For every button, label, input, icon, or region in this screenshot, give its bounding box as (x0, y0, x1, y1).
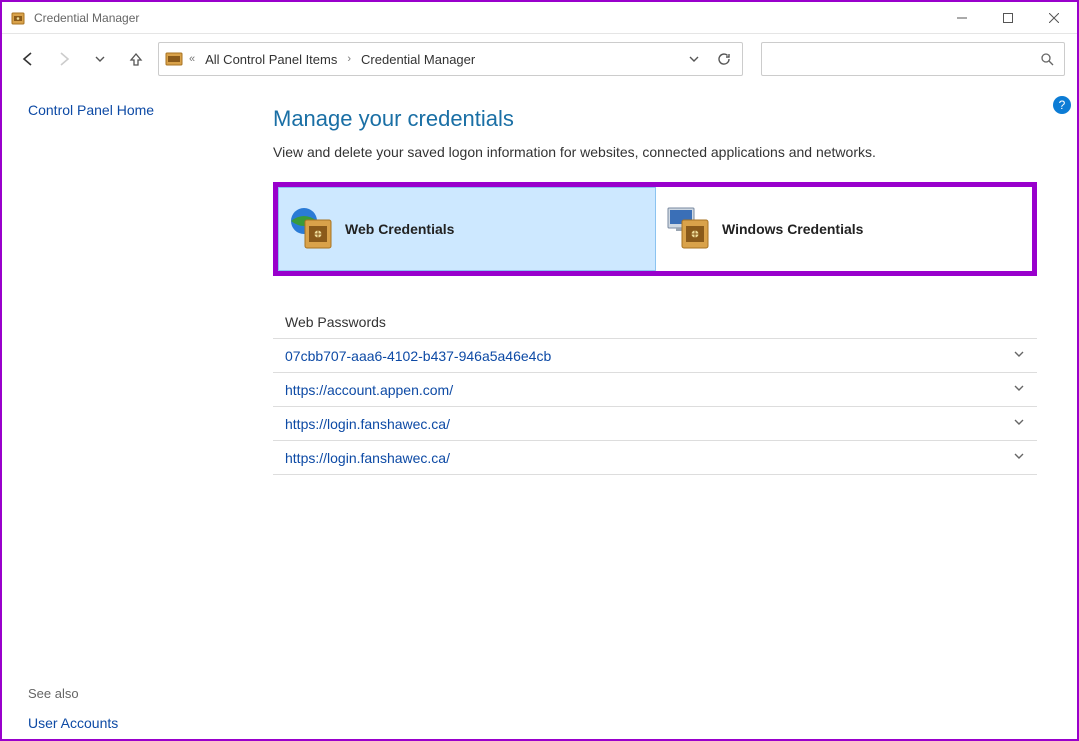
search-input[interactable] (770, 52, 1038, 67)
windows-credentials-label: Windows Credentials (722, 221, 863, 237)
breadcrumb-credential-manager[interactable]: Credential Manager (357, 50, 479, 69)
credential-category-row: Web Credentials Windows Credentials (273, 182, 1037, 276)
back-button[interactable] (14, 45, 42, 73)
refresh-button[interactable] (712, 47, 736, 71)
password-entry-link[interactable]: https://account.appen.com/ (285, 382, 453, 398)
control-panel-home-link[interactable]: Control Panel Home (28, 102, 257, 118)
windows-safe-icon (666, 206, 712, 252)
page-description: View and delete your saved logon informa… (273, 144, 1037, 160)
breadcrumb-all-items[interactable]: All Control Panel Items (201, 50, 341, 69)
maximize-button[interactable] (985, 2, 1031, 33)
web-safe-icon (289, 206, 335, 252)
windows-credentials-category[interactable]: Windows Credentials (656, 187, 1032, 271)
control-panel-icon (165, 50, 183, 68)
chevron-down-icon[interactable] (1013, 449, 1025, 467)
password-entry-link[interactable]: https://login.fanshawec.ca/ (285, 416, 450, 432)
address-bar[interactable]: « All Control Panel Items › Credential M… (158, 42, 743, 76)
window-title: Credential Manager (34, 11, 939, 25)
minimize-button[interactable] (939, 2, 985, 33)
web-credentials-label: Web Credentials (345, 221, 454, 237)
app-icon (10, 10, 26, 26)
password-row[interactable]: https://login.fanshawec.ca/ (273, 441, 1037, 475)
recent-dropdown[interactable] (86, 45, 114, 73)
close-button[interactable] (1031, 2, 1077, 33)
chevron-down-icon[interactable] (1013, 381, 1025, 399)
web-passwords-heading: Web Passwords (273, 314, 1037, 330)
search-icon[interactable] (1038, 52, 1056, 66)
address-dropdown[interactable] (682, 47, 706, 71)
breadcrumb-chevrons-icon[interactable]: « (189, 53, 195, 65)
chevron-down-icon[interactable] (1013, 415, 1025, 433)
see-also-label: See also (28, 686, 257, 701)
web-credentials-category[interactable]: Web Credentials (278, 187, 656, 271)
up-button[interactable] (122, 45, 150, 73)
forward-button[interactable] (50, 45, 78, 73)
chevron-down-icon[interactable] (1013, 347, 1025, 365)
password-row[interactable]: https://account.appen.com/ (273, 373, 1037, 407)
password-row[interactable]: 07cbb707-aaa6-4102-b437-946a5a46e4cb (273, 339, 1037, 373)
user-accounts-link[interactable]: User Accounts (28, 715, 257, 731)
password-entry-link[interactable]: 07cbb707-aaa6-4102-b437-946a5a46e4cb (285, 348, 551, 364)
password-row[interactable]: https://login.fanshawec.ca/ (273, 407, 1037, 441)
page-title: Manage your credentials (273, 106, 1037, 132)
password-list: 07cbb707-aaa6-4102-b437-946a5a46e4cb htt… (273, 338, 1037, 475)
breadcrumb-sep-icon: › (347, 53, 351, 65)
password-entry-link[interactable]: https://login.fanshawec.ca/ (285, 450, 450, 466)
search-box[interactable] (761, 42, 1065, 76)
